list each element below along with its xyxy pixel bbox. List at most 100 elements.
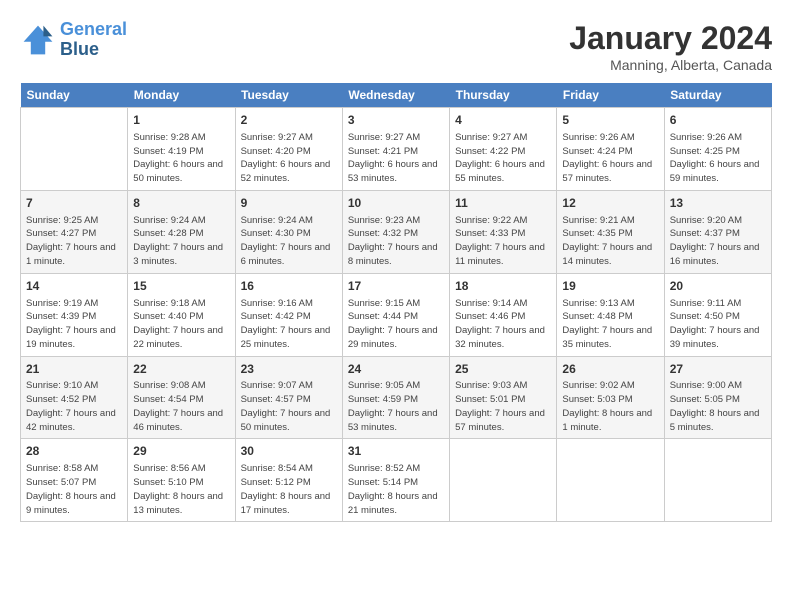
day-info: Sunrise: 9:27 AMSunset: 4:21 PMDaylight:… — [348, 131, 444, 186]
table-row: 31 Sunrise: 8:52 AMSunset: 5:14 PMDaylig… — [342, 439, 449, 522]
day-info: Sunrise: 9:19 AMSunset: 4:39 PMDaylight:… — [26, 297, 122, 352]
col-tuesday: Tuesday — [235, 83, 342, 108]
day-info: Sunrise: 9:00 AMSunset: 5:05 PMDaylight:… — [670, 379, 766, 434]
table-row: 10 Sunrise: 9:23 AMSunset: 4:32 PMDaylig… — [342, 190, 449, 273]
calendar-week-row: 1 Sunrise: 9:28 AMSunset: 4:19 PMDayligh… — [21, 108, 772, 191]
day-number: 26 — [562, 361, 658, 378]
table-row: 19 Sunrise: 9:13 AMSunset: 4:48 PMDaylig… — [557, 273, 664, 356]
day-info: Sunrise: 9:28 AMSunset: 4:19 PMDaylight:… — [133, 131, 229, 186]
day-number: 16 — [241, 278, 337, 295]
col-thursday: Thursday — [450, 83, 557, 108]
day-number: 30 — [241, 443, 337, 460]
table-row: 20 Sunrise: 9:11 AMSunset: 4:50 PMDaylig… — [664, 273, 771, 356]
day-number: 3 — [348, 112, 444, 129]
day-number: 20 — [670, 278, 766, 295]
table-row: 2 Sunrise: 9:27 AMSunset: 4:20 PMDayligh… — [235, 108, 342, 191]
title-block: January 2024 Manning, Alberta, Canada — [569, 20, 772, 73]
table-row — [557, 439, 664, 522]
day-number: 2 — [241, 112, 337, 129]
table-row: 23 Sunrise: 9:07 AMSunset: 4:57 PMDaylig… — [235, 356, 342, 439]
day-info: Sunrise: 9:08 AMSunset: 4:54 PMDaylight:… — [133, 379, 229, 434]
day-info: Sunrise: 9:10 AMSunset: 4:52 PMDaylight:… — [26, 379, 122, 434]
table-row: 11 Sunrise: 9:22 AMSunset: 4:33 PMDaylig… — [450, 190, 557, 273]
calendar-table: Sunday Monday Tuesday Wednesday Thursday… — [20, 83, 772, 522]
day-info: Sunrise: 9:25 AMSunset: 4:27 PMDaylight:… — [26, 214, 122, 269]
day-number: 5 — [562, 112, 658, 129]
day-number: 14 — [26, 278, 122, 295]
col-sunday: Sunday — [21, 83, 128, 108]
day-number: 28 — [26, 443, 122, 460]
day-number: 23 — [241, 361, 337, 378]
day-number: 4 — [455, 112, 551, 129]
day-number: 10 — [348, 195, 444, 212]
day-info: Sunrise: 9:24 AMSunset: 4:30 PMDaylight:… — [241, 214, 337, 269]
page: General Blue January 2024 Manning, Alber… — [0, 0, 792, 612]
table-row: 16 Sunrise: 9:16 AMSunset: 4:42 PMDaylig… — [235, 273, 342, 356]
col-saturday: Saturday — [664, 83, 771, 108]
day-number: 19 — [562, 278, 658, 295]
header: General Blue January 2024 Manning, Alber… — [20, 20, 772, 73]
calendar-week-row: 14 Sunrise: 9:19 AMSunset: 4:39 PMDaylig… — [21, 273, 772, 356]
day-number: 22 — [133, 361, 229, 378]
table-row: 22 Sunrise: 9:08 AMSunset: 4:54 PMDaylig… — [128, 356, 235, 439]
table-row: 29 Sunrise: 8:56 AMSunset: 5:10 PMDaylig… — [128, 439, 235, 522]
day-info: Sunrise: 9:15 AMSunset: 4:44 PMDaylight:… — [348, 297, 444, 352]
table-row: 30 Sunrise: 8:54 AMSunset: 5:12 PMDaylig… — [235, 439, 342, 522]
day-info: Sunrise: 9:22 AMSunset: 4:33 PMDaylight:… — [455, 214, 551, 269]
table-row: 15 Sunrise: 9:18 AMSunset: 4:40 PMDaylig… — [128, 273, 235, 356]
table-row: 12 Sunrise: 9:21 AMSunset: 4:35 PMDaylig… — [557, 190, 664, 273]
table-row: 24 Sunrise: 9:05 AMSunset: 4:59 PMDaylig… — [342, 356, 449, 439]
day-info: Sunrise: 9:23 AMSunset: 4:32 PMDaylight:… — [348, 214, 444, 269]
table-row: 21 Sunrise: 9:10 AMSunset: 4:52 PMDaylig… — [21, 356, 128, 439]
logo-icon — [20, 22, 56, 58]
day-number: 17 — [348, 278, 444, 295]
month-title: January 2024 — [569, 20, 772, 57]
logo: General Blue — [20, 20, 127, 60]
location: Manning, Alberta, Canada — [569, 57, 772, 73]
table-row: 5 Sunrise: 9:26 AMSunset: 4:24 PMDayligh… — [557, 108, 664, 191]
day-info: Sunrise: 8:54 AMSunset: 5:12 PMDaylight:… — [241, 462, 337, 517]
day-number: 21 — [26, 361, 122, 378]
day-number: 7 — [26, 195, 122, 212]
day-info: Sunrise: 9:05 AMSunset: 4:59 PMDaylight:… — [348, 379, 444, 434]
calendar-header-row: Sunday Monday Tuesday Wednesday Thursday… — [21, 83, 772, 108]
day-number: 24 — [348, 361, 444, 378]
table-row: 25 Sunrise: 9:03 AMSunset: 5:01 PMDaylig… — [450, 356, 557, 439]
day-number: 25 — [455, 361, 551, 378]
day-number: 27 — [670, 361, 766, 378]
day-number: 29 — [133, 443, 229, 460]
day-info: Sunrise: 9:26 AMSunset: 4:24 PMDaylight:… — [562, 131, 658, 186]
table-row — [450, 439, 557, 522]
day-number: 12 — [562, 195, 658, 212]
calendar-week-row: 28 Sunrise: 8:58 AMSunset: 5:07 PMDaylig… — [21, 439, 772, 522]
day-info: Sunrise: 9:24 AMSunset: 4:28 PMDaylight:… — [133, 214, 229, 269]
calendar-week-row: 21 Sunrise: 9:10 AMSunset: 4:52 PMDaylig… — [21, 356, 772, 439]
day-info: Sunrise: 8:58 AMSunset: 5:07 PMDaylight:… — [26, 462, 122, 517]
table-row: 27 Sunrise: 9:00 AMSunset: 5:05 PMDaylig… — [664, 356, 771, 439]
table-row — [664, 439, 771, 522]
table-row: 13 Sunrise: 9:20 AMSunset: 4:37 PMDaylig… — [664, 190, 771, 273]
table-row: 4 Sunrise: 9:27 AMSunset: 4:22 PMDayligh… — [450, 108, 557, 191]
day-info: Sunrise: 9:20 AMSunset: 4:37 PMDaylight:… — [670, 214, 766, 269]
table-row — [21, 108, 128, 191]
day-info: Sunrise: 9:18 AMSunset: 4:40 PMDaylight:… — [133, 297, 229, 352]
day-number: 31 — [348, 443, 444, 460]
table-row: 28 Sunrise: 8:58 AMSunset: 5:07 PMDaylig… — [21, 439, 128, 522]
table-row: 1 Sunrise: 9:28 AMSunset: 4:19 PMDayligh… — [128, 108, 235, 191]
day-info: Sunrise: 9:03 AMSunset: 5:01 PMDaylight:… — [455, 379, 551, 434]
col-wednesday: Wednesday — [342, 83, 449, 108]
day-info: Sunrise: 9:07 AMSunset: 4:57 PMDaylight:… — [241, 379, 337, 434]
day-number: 13 — [670, 195, 766, 212]
table-row: 6 Sunrise: 9:26 AMSunset: 4:25 PMDayligh… — [664, 108, 771, 191]
table-row: 3 Sunrise: 9:27 AMSunset: 4:21 PMDayligh… — [342, 108, 449, 191]
day-number: 1 — [133, 112, 229, 129]
day-info: Sunrise: 9:02 AMSunset: 5:03 PMDaylight:… — [562, 379, 658, 434]
col-friday: Friday — [557, 83, 664, 108]
col-monday: Monday — [128, 83, 235, 108]
day-info: Sunrise: 9:14 AMSunset: 4:46 PMDaylight:… — [455, 297, 551, 352]
table-row: 9 Sunrise: 9:24 AMSunset: 4:30 PMDayligh… — [235, 190, 342, 273]
table-row: 7 Sunrise: 9:25 AMSunset: 4:27 PMDayligh… — [21, 190, 128, 273]
day-info: Sunrise: 9:27 AMSunset: 4:22 PMDaylight:… — [455, 131, 551, 186]
day-info: Sunrise: 9:16 AMSunset: 4:42 PMDaylight:… — [241, 297, 337, 352]
day-info: Sunrise: 9:27 AMSunset: 4:20 PMDaylight:… — [241, 131, 337, 186]
